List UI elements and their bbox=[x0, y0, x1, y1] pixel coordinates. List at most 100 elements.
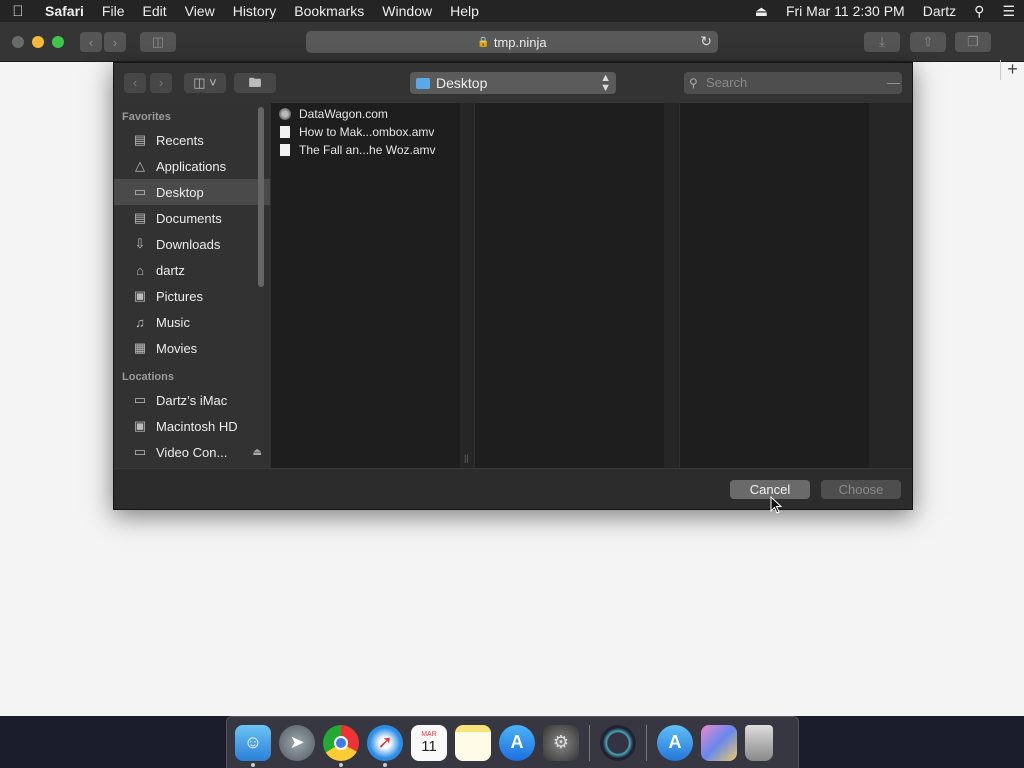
finder-icon[interactable]: ☺ bbox=[235, 724, 271, 767]
sidebar-item-label: Pictures bbox=[156, 288, 203, 304]
apple-menu-icon[interactable]:  bbox=[0, 3, 36, 20]
location-popup[interactable]: Desktop ▲ ▼ bbox=[410, 72, 616, 94]
hard-drive-icon: ▣ bbox=[133, 418, 147, 433]
sidebar-item-label: Macintosh HD bbox=[156, 418, 238, 434]
locations-header: Locations bbox=[122, 371, 174, 383]
column-resize-grip-icon[interactable]: || bbox=[464, 453, 469, 463]
camera-icon: ▣ bbox=[133, 288, 147, 303]
downloads-icon: ⇩ bbox=[134, 236, 146, 251]
trash-icon[interactable] bbox=[745, 724, 773, 761]
sidebar-item-applications[interactable]: △ Applications bbox=[114, 153, 270, 179]
sidebar-item-pictures[interactable]: ▣ Pictures bbox=[114, 283, 270, 309]
sidebar-item-label: Dartz’s iMac bbox=[156, 392, 228, 408]
updown-chevron-icon: ▲ ▼ bbox=[600, 72, 611, 94]
file-name: The Fall an...he Woz.amv bbox=[299, 143, 436, 157]
safari-toolbar: ‹ › ◫ 🔒 tmp.ninja ↻ ⤓ ⇧ ❐ bbox=[0, 22, 1024, 62]
favorites-header: Favorites bbox=[122, 111, 171, 123]
file-item-datawagon[interactable]: DataWagon.com bbox=[271, 105, 460, 123]
close-window-button[interactable] bbox=[12, 36, 24, 48]
sidebar-item-imac[interactable]: ▭ Dartz’s iMac bbox=[114, 387, 270, 413]
menu-file[interactable]: File bbox=[93, 0, 134, 22]
calendar-icon[interactable]: MAR 11 bbox=[411, 724, 447, 761]
new-tab-button[interactable]: + bbox=[1000, 60, 1024, 80]
eject-icon[interactable]: ⏏ bbox=[253, 447, 262, 458]
downloads-icon[interactable]: ⤓ bbox=[864, 32, 900, 52]
browser-column-3 bbox=[679, 103, 869, 468]
menu-app-safari[interactable]: Safari bbox=[36, 0, 93, 22]
sidebar-item-music[interactable]: ♫ Music bbox=[114, 309, 270, 335]
menu-window[interactable]: Window bbox=[373, 0, 441, 22]
search-input[interactable]: ⚲ Search — bbox=[684, 72, 902, 94]
dock-separator bbox=[646, 724, 647, 761]
back-arrow-icon[interactable]: ‹ bbox=[80, 32, 102, 52]
file-name: DataWagon.com bbox=[299, 107, 388, 121]
desktop-icon: ▭ bbox=[133, 184, 147, 199]
folder-icon bbox=[416, 77, 430, 89]
reload-icon[interactable]: ↻ bbox=[700, 33, 712, 50]
sidebar-item-label: Video Con... bbox=[156, 444, 228, 460]
menu-view[interactable]: View bbox=[176, 0, 224, 22]
sidebar-toggle-icon[interactable]: ◫ bbox=[140, 32, 176, 52]
menu-bar:  Safari File Edit View History Bookmark… bbox=[0, 0, 1024, 22]
sidebar-item-downloads[interactable]: ⇩ Downloads bbox=[114, 231, 270, 257]
search-placeholder: Search bbox=[706, 75, 748, 90]
file-item-amv-2[interactable]: The Fall an...he Woz.amv bbox=[271, 141, 460, 159]
quicktime-icon[interactable] bbox=[600, 724, 636, 761]
launchpad-icon[interactable]: ➤ bbox=[279, 724, 315, 761]
dialog-back-icon[interactable]: ‹ bbox=[124, 73, 146, 93]
sidebar-item-home[interactable]: ⌂ dartz bbox=[114, 257, 270, 283]
safari-icon[interactable]: ➚ bbox=[367, 724, 403, 767]
tab-overview-icon[interactable]: ❐ bbox=[955, 32, 991, 52]
external-drive-icon: ▭ bbox=[133, 444, 147, 459]
dialog-toolbar: ‹ › ◫ ˅ 🖿 Desktop ▲ ▼ ⚲ Search — bbox=[114, 63, 912, 103]
menu-help[interactable]: Help bbox=[441, 0, 488, 22]
column-divider[interactable] bbox=[869, 103, 912, 468]
share-icon[interactable]: ⇧ bbox=[910, 32, 946, 52]
sidebar-item-recents[interactable]: ▤ Recents bbox=[114, 127, 270, 153]
sidebar-item-macintosh-hd[interactable]: ▣ Macintosh HD bbox=[114, 413, 270, 439]
spotlight-search-icon[interactable]: ⚲ bbox=[965, 3, 993, 20]
sidebar-item-documents[interactable]: ▤ Documents bbox=[114, 205, 270, 231]
dock-separator bbox=[589, 724, 590, 761]
column-divider[interactable] bbox=[664, 103, 679, 468]
open-file-dialog: ‹ › ◫ ˅ 🖿 Desktop ▲ ▼ ⚲ Search — Favorite… bbox=[113, 62, 913, 510]
applications-folder-icon[interactable]: A bbox=[657, 724, 693, 761]
notification-center-icon[interactable]: ☰ bbox=[993, 3, 1024, 20]
sidebar-item-video-con[interactable]: ▭ Video Con... ⏏ bbox=[114, 439, 270, 465]
search-options-icon[interactable]: — bbox=[887, 72, 900, 94]
recents-icon: ▤ bbox=[133, 132, 147, 147]
file-item-amv-1[interactable]: How to Mak...ombox.amv bbox=[271, 123, 460, 141]
sidebar-scrollbar[interactable] bbox=[258, 107, 264, 287]
zoom-window-button[interactable] bbox=[52, 36, 64, 48]
computer-icon: ▭ bbox=[133, 392, 147, 407]
choose-button[interactable]: Choose bbox=[821, 480, 901, 499]
menu-bookmarks[interactable]: Bookmarks bbox=[285, 0, 373, 22]
dialog-forward-icon[interactable]: › bbox=[150, 73, 172, 93]
column-divider[interactable] bbox=[460, 103, 474, 468]
system-preferences-icon[interactable]: ⚙ bbox=[543, 724, 579, 761]
sidebar-item-label: Downloads bbox=[156, 236, 221, 252]
eject-icon[interactable]: ⏏ bbox=[746, 3, 777, 20]
documents-stack-icon[interactable] bbox=[701, 724, 737, 761]
menu-edit[interactable]: Edit bbox=[133, 0, 175, 22]
menu-user[interactable]: Dartz bbox=[914, 3, 965, 19]
mouse-pointer-icon bbox=[770, 496, 782, 514]
app-store-icon[interactable]: A bbox=[499, 724, 535, 761]
sidebar-item-desktop[interactable]: ▭ Desktop bbox=[114, 179, 270, 205]
minimize-window-button[interactable] bbox=[32, 36, 44, 48]
menu-history[interactable]: History bbox=[224, 0, 286, 22]
sidebar-item-movies[interactable]: ▦ Movies bbox=[114, 335, 270, 361]
sidebar-item-label: Recents bbox=[156, 132, 204, 148]
view-mode-columns-icon[interactable]: ◫ ˅ bbox=[184, 73, 226, 93]
address-bar[interactable]: 🔒 tmp.ninja ↻ bbox=[306, 31, 718, 53]
forward-arrow-icon[interactable]: › bbox=[104, 32, 126, 52]
music-note-icon: ♫ bbox=[135, 314, 145, 330]
browser-column-1: DataWagon.com How to Mak...ombox.amv The… bbox=[270, 103, 460, 468]
home-icon: ⌂ bbox=[136, 262, 144, 278]
dock: ☺ ➤ ➚ MAR 11 A ⚙ A bbox=[226, 716, 799, 768]
document-icon bbox=[279, 126, 291, 139]
menu-clock[interactable]: Fri Mar 11 2:30 PM bbox=[777, 3, 914, 19]
chrome-icon[interactable] bbox=[323, 724, 359, 767]
new-folder-icon[interactable]: 🖿 bbox=[234, 73, 276, 93]
notes-icon[interactable] bbox=[455, 724, 491, 761]
